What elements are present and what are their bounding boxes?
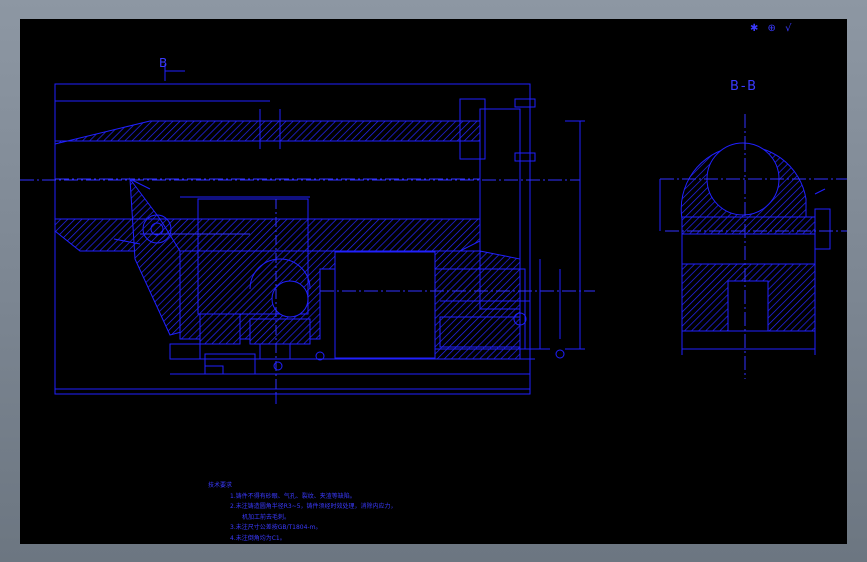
note-item: 4.未注倒角均为C1。 — [230, 534, 286, 542]
view-label-b: B — [159, 56, 168, 70]
roughness-symbol: ✱ ⊕ √ — [750, 23, 795, 34]
cad-viewport[interactable]: B B-B ✱ ⊕ √ 技术要求 1.铸件不得有砂眼、气孔、裂纹、夹渣等缺陷。 … — [20, 19, 847, 544]
bottom-boss-center — [249, 318, 311, 345]
note-item: 1.铸件不得有砂眼、气孔、裂纹、夹渣等缺陷。 — [230, 492, 356, 500]
section-title-bb: B-B — [730, 79, 759, 94]
note-item: 2.未注铸造圆角半径R3~5，铸件须经时效处理，消除内应力， — [230, 503, 397, 510]
note-item: 3.未注尺寸公差按GB/T1804-m。 — [230, 524, 322, 531]
bottom-boss-right — [439, 316, 521, 348]
notes-heading: 技术要求 — [208, 482, 233, 489]
bottom-boss-left — [199, 313, 241, 345]
technical-notes: 技术要求 1.铸件不得有砂眼、气孔、裂纹、夹渣等缺陷。 2.未注铸造圆角半径R3… — [208, 481, 397, 544]
engineering-drawing — [20, 64, 847, 404]
main-view — [20, 64, 595, 404]
note-item: 机加工前去毛刺。 — [242, 513, 291, 521]
lower-wall-hatch — [54, 218, 481, 252]
section-view-bb — [659, 114, 847, 379]
bb-slot — [727, 280, 769, 332]
